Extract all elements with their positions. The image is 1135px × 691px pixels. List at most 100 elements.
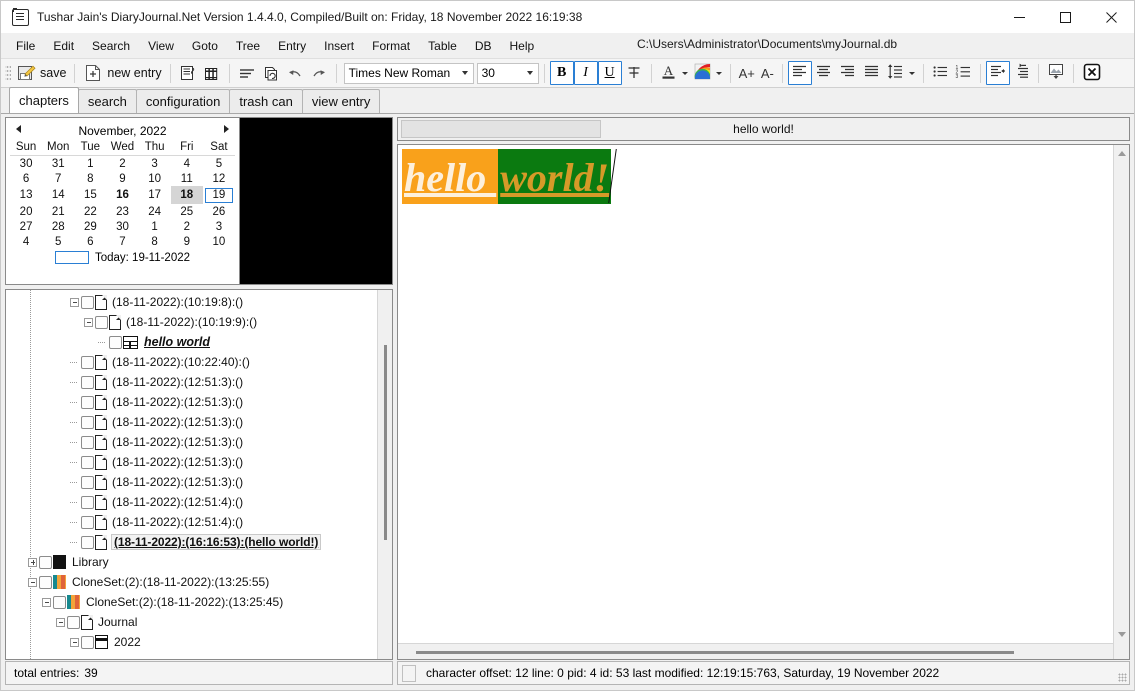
tab-chapters[interactable]: chapters <box>9 87 79 113</box>
calendar-day-cell[interactable]: 28 <box>42 219 74 234</box>
menu-db[interactable]: DB <box>466 36 501 56</box>
calendar-day-cell[interactable]: 18 <box>170 186 203 204</box>
clear-formatting-button[interactable] <box>1079 61 1105 85</box>
calendar-day-cell[interactable]: 9 <box>171 234 203 249</box>
calendar-day-cell[interactable]: 29 <box>74 219 106 234</box>
decrease-indent-button[interactable] <box>985 61 1010 85</box>
insert-image-button[interactable] <box>1044 61 1068 85</box>
tab-trash-can[interactable]: trash can <box>229 89 303 113</box>
calendar-day-cell[interactable]: 13 <box>10 186 42 204</box>
calendar-day-cell[interactable]: 5 <box>42 234 74 249</box>
tree-row-checkbox[interactable] <box>81 375 94 389</box>
tree-row-checkbox[interactable] <box>81 295 94 309</box>
menu-format[interactable]: Format <box>363 36 419 56</box>
tree-row[interactable]: (18-11-2022):(12:51:3):() <box>6 452 377 472</box>
calendar-day-cell[interactable]: 3 <box>203 219 235 234</box>
tree-row-checkbox[interactable] <box>81 415 94 429</box>
calendar-day-cell[interactable]: 24 <box>139 204 171 219</box>
calendar-day-cell[interactable]: 7 <box>106 234 138 249</box>
calendar-day-cell[interactable]: 7 <box>42 171 74 186</box>
next-month-icon[interactable] <box>224 125 229 133</box>
editor-horizontal-scrollbar[interactable] <box>398 643 1113 659</box>
collapse-icon[interactable] <box>70 297 79 307</box>
calendar-day-cell[interactable]: 9 <box>106 171 138 186</box>
calendar-day-cell[interactable]: 15 <box>74 186 106 204</box>
calendar-day-cell[interactable]: 8 <box>139 234 171 249</box>
close-icon[interactable] <box>1088 1 1134 33</box>
tree-row[interactable]: (18-11-2022):(16:16:53):(hello world!) <box>6 532 377 552</box>
calendar-day-cell[interactable]: 21 <box>42 204 74 219</box>
calendar-day-cell[interactable]: 25 <box>171 204 203 219</box>
calendar-day-cell[interactable]: 8 <box>74 171 106 186</box>
redo-button[interactable] <box>307 61 331 85</box>
calendar-day-cell[interactable]: 30 <box>10 156 42 172</box>
numbered-list-button[interactable]: 123 <box>952 61 975 85</box>
tree-row[interactable]: CloneSet:(2):(18-11-2022):(13:25:55) <box>6 572 377 592</box>
save-button[interactable]: save <box>13 61 69 85</box>
new-entry-button[interactable]: new entry <box>80 61 164 85</box>
minimize-icon[interactable] <box>996 1 1042 33</box>
grow-font-button[interactable]: A+ <box>736 61 758 85</box>
underline-button[interactable]: U <box>597 61 622 85</box>
undo-button[interactable] <box>283 61 307 85</box>
tree-row-checkbox[interactable] <box>81 355 94 369</box>
tree-row-checkbox[interactable] <box>81 435 94 449</box>
calendar-day-cell[interactable]: 10 <box>139 171 171 186</box>
calendar-day-cell[interactable]: 4 <box>171 156 203 172</box>
shrink-font-button[interactable]: A- <box>758 61 777 85</box>
line-spacing-button[interactable] <box>884 61 918 85</box>
scroll-down-icon[interactable] <box>1118 632 1126 637</box>
entry-editor[interactable]: hello world! <box>398 145 1113 643</box>
expand-icon[interactable] <box>28 557 37 567</box>
calendar-day-cell[interactable]: 26 <box>203 204 235 219</box>
font-color-button[interactable]: A <box>657 61 691 85</box>
italic-button[interactable]: I <box>573 61 598 85</box>
tab-view-entry[interactable]: view entry <box>301 89 381 113</box>
calendar-day-cell[interactable]: 23 <box>106 204 138 219</box>
resize-grip-icon[interactable] <box>1118 673 1127 682</box>
tree-row-checkbox[interactable] <box>81 635 94 649</box>
calendar-day-cell[interactable]: 1 <box>139 219 171 234</box>
tree-row[interactable]: (18-11-2022):(12:51:4):() <box>6 492 377 512</box>
tree-row-checkbox[interactable] <box>67 615 80 629</box>
calendar-day-cell[interactable]: 11 <box>171 171 203 186</box>
menu-table[interactable]: Table <box>419 36 466 56</box>
increase-indent-button[interactable] <box>1010 61 1033 85</box>
font-family-select[interactable]: Times New Roman <box>343 62 474 84</box>
align-center-button[interactable] <box>812 61 836 85</box>
bullet-list-button[interactable] <box>929 61 952 85</box>
menu-insert[interactable]: Insert <box>315 36 363 56</box>
library-button[interactable] <box>200 61 224 85</box>
tree-row[interactable]: (18-11-2022):(10:22:40):() <box>6 352 377 372</box>
align-justify-button[interactable] <box>860 61 884 85</box>
calendar-widget[interactable]: November, 2022 Sun Mon Tue Wed Thu Fri S… <box>6 118 240 284</box>
collapse-icon[interactable] <box>56 617 65 627</box>
calendar-day-cell[interactable]: 12 <box>203 171 235 186</box>
calendar-day-cell[interactable]: 5 <box>203 156 235 172</box>
calendar-day-cell[interactable]: 22 <box>74 204 106 219</box>
menu-help[interactable]: Help <box>501 36 544 56</box>
prev-month-icon[interactable] <box>16 125 21 133</box>
align-right-button[interactable] <box>836 61 860 85</box>
maximize-icon[interactable] <box>1042 1 1088 33</box>
menu-file[interactable]: File <box>7 36 44 56</box>
tree-row[interactable]: 2022 <box>6 632 377 652</box>
editor-hscroll-thumb[interactable] <box>416 651 1014 654</box>
entry-search-input[interactable] <box>401 120 601 138</box>
bold-button[interactable]: B <box>549 61 574 85</box>
tree-row-checkbox[interactable] <box>95 315 108 329</box>
tree-scroll-thumb[interactable] <box>384 345 387 540</box>
menu-edit[interactable]: Edit <box>44 36 83 56</box>
tree-row-checkbox[interactable] <box>39 575 52 589</box>
tree-row-checkbox[interactable] <box>81 495 94 509</box>
tree-row[interactable]: (18-11-2022):(10:19:9):() <box>6 312 377 332</box>
tree-row[interactable]: hello world <box>6 332 377 352</box>
calendar-day-cell[interactable]: 19 <box>203 186 235 204</box>
tree-row-checkbox[interactable] <box>81 515 94 529</box>
calendar-day-cell[interactable]: 16 <box>106 186 138 204</box>
calendar-day-cell[interactable]: 3 <box>139 156 171 172</box>
editor-vertical-scrollbar[interactable] <box>1113 145 1129 659</box>
tree-row-checkbox[interactable] <box>81 455 94 469</box>
copy-format-button[interactable] <box>259 61 283 85</box>
tree-row-checkbox[interactable] <box>39 555 52 569</box>
